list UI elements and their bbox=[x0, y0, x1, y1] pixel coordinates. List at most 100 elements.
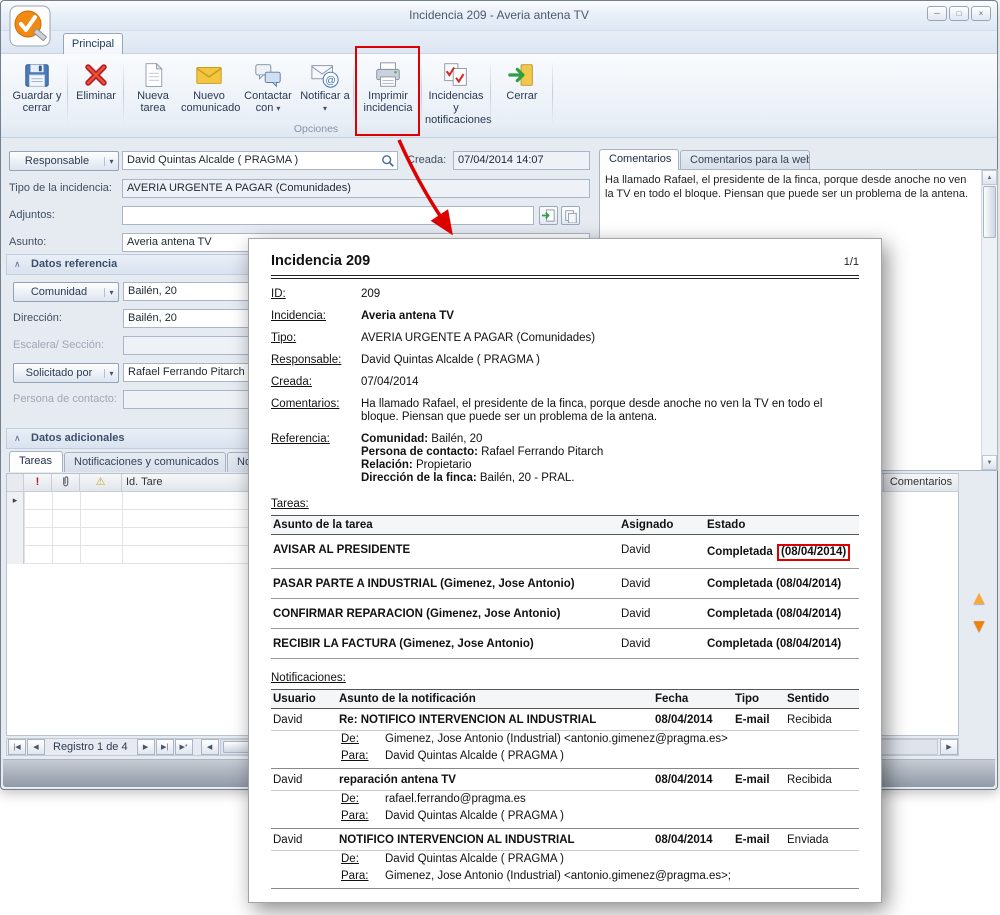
tareas-section-label: Tareas: bbox=[271, 498, 859, 510]
scroll-up-icon[interactable]: ▲ bbox=[982, 170, 997, 185]
scroll-right-icon[interactable]: ▶ bbox=[940, 739, 958, 755]
sub-label: Dirección de la finca: bbox=[361, 472, 477, 484]
row-marker-icon[interactable]: ▸ bbox=[7, 492, 24, 510]
eliminar-button[interactable]: Eliminar bbox=[71, 57, 121, 121]
ribbon-separator bbox=[353, 60, 354, 126]
comunidad-value: Bailén, 20 bbox=[128, 285, 177, 297]
copy-attachment-button[interactable] bbox=[561, 206, 580, 225]
row-selector[interactable] bbox=[7, 528, 24, 546]
notificar-a-button[interactable]: @ Notificar a ▾ bbox=[299, 57, 351, 121]
estado-text: Completada bbox=[707, 546, 773, 558]
sub-label: Relación: bbox=[361, 459, 413, 471]
add-attachment-button[interactable] bbox=[539, 206, 558, 225]
comentarios-column-header[interactable]: Comentarios bbox=[883, 474, 959, 492]
minimize-button[interactable]: ─ bbox=[927, 6, 947, 21]
column-header: Asunto de la tarea bbox=[273, 519, 621, 531]
nuevo-comunicado-button[interactable]: Nuevo comunicado bbox=[181, 57, 237, 121]
responsable-dropdown[interactable]: Responsable ▾ bbox=[9, 151, 119, 171]
grid-line bbox=[122, 492, 123, 564]
table-row: David NOTIFICO INTERVENCION AL INDUSTRIA… bbox=[271, 829, 859, 850]
creada-field[interactable]: 07/04/2014 14:07 bbox=[453, 151, 590, 170]
adjuntos-field[interactable] bbox=[122, 206, 534, 225]
imprimir-incidencia-button[interactable]: Imprimir incidencia bbox=[359, 57, 417, 121]
notif-de-row: De: Gimenez, Jose Antonio (Industrial) <… bbox=[271, 730, 859, 748]
attachment-column-header[interactable] bbox=[52, 474, 80, 492]
search-icon[interactable] bbox=[381, 154, 395, 170]
tab-notificaciones-comunicados[interactable]: Notificaciones y comunicados bbox=[64, 452, 226, 472]
app-logo-icon[interactable] bbox=[8, 4, 52, 48]
scrollbar-thumb[interactable] bbox=[983, 186, 996, 238]
de-label: De: bbox=[341, 793, 385, 806]
cerrar-button[interactable]: Cerrar bbox=[494, 57, 550, 121]
tarea-asunto: AVISAR AL PRESIDENTE bbox=[273, 544, 621, 561]
move-down-button[interactable]: ▼ bbox=[967, 615, 991, 639]
solicitado-por-dropdown[interactable]: Solicitado por ▾ bbox=[13, 363, 119, 383]
copy-icon bbox=[564, 209, 578, 223]
scroll-down-icon[interactable]: ▼ bbox=[982, 455, 997, 470]
next-record-button[interactable]: ▶ bbox=[137, 739, 155, 755]
comments-scrollbar[interactable]: ▲ ▼ bbox=[981, 170, 997, 470]
responsable-field[interactable]: David Quintas Alcalde ( PRAGMA ) bbox=[122, 151, 398, 170]
tab-comentarios-web[interactable]: Comentarios para la web bbox=[680, 150, 810, 170]
field-label: Referencia: bbox=[271, 433, 361, 485]
tab-principal[interactable]: Principal bbox=[63, 33, 123, 54]
column-header: Estado bbox=[707, 519, 857, 531]
contactar-con-button[interactable]: Contactar con ▾ bbox=[239, 57, 297, 121]
tipo-incidencia-field[interactable]: AVERIA URGENTE A PAGAR (Comunidades) bbox=[122, 179, 590, 198]
row-selector[interactable] bbox=[7, 510, 24, 528]
field-label: Tipo: bbox=[271, 332, 361, 345]
paperclip-icon bbox=[60, 474, 71, 488]
ribbon-tab-strip: Principal bbox=[1, 31, 997, 54]
row-selector[interactable] bbox=[7, 546, 24, 564]
last-record-button[interactable]: ▶| bbox=[156, 739, 174, 755]
close-window-button[interactable]: × bbox=[971, 6, 991, 21]
scroll-left-icon[interactable]: ◀ bbox=[201, 739, 219, 755]
table-row: AVISAR AL PRESIDENTE David Completada (0… bbox=[271, 535, 859, 569]
incident-list-icon bbox=[425, 59, 487, 90]
button-label: Guardar y cerrar bbox=[9, 90, 65, 114]
grid-line bbox=[24, 492, 25, 564]
row-selector-header bbox=[7, 474, 24, 492]
nueva-tarea-button[interactable]: Nueva tarea bbox=[127, 57, 179, 121]
tareas-table: Asunto de la tarea Asignado Estado AVISA… bbox=[271, 515, 859, 659]
move-up-button[interactable]: ▲ bbox=[967, 587, 991, 611]
sub-label: Persona de contacto: bbox=[361, 446, 478, 458]
estado-fecha: (08/04/2014) bbox=[776, 608, 841, 620]
estado-fecha: (08/04/2014) bbox=[776, 578, 841, 590]
button-label: Imprimir incidencia bbox=[359, 90, 417, 114]
exclamation-column-header[interactable]: ! bbox=[24, 474, 52, 492]
notif-para-row: Para: Gimenez, Jose Antonio (Industrial)… bbox=[271, 868, 859, 888]
tab-comentarios[interactable]: Comentarios bbox=[599, 149, 679, 170]
button-label: Notificar a bbox=[300, 90, 350, 102]
button-label: Contactar con bbox=[244, 90, 292, 114]
direccion-label: Dirección: bbox=[13, 312, 62, 324]
button-label: Eliminar bbox=[71, 90, 121, 102]
notif-tipo: E-mail bbox=[735, 834, 787, 847]
incidencias-y-notificaciones-button[interactable]: Incidencias y notificaciones bbox=[425, 57, 487, 121]
column-header: Tipo bbox=[735, 693, 787, 705]
responsable-dropdown-label: Responsable bbox=[10, 155, 104, 167]
comunidad-dropdown[interactable]: Comunidad ▾ bbox=[13, 282, 119, 302]
fecha-highlight: (08/04/2014) bbox=[777, 544, 850, 561]
warning-column-header[interactable]: ⚠ bbox=[80, 474, 122, 492]
field-label: Comentarios: bbox=[271, 398, 361, 424]
estado-text: Completada bbox=[707, 638, 773, 650]
tab-tareas[interactable]: Tareas bbox=[9, 451, 63, 472]
exit-arrow-icon bbox=[494, 59, 550, 90]
direccion-value: Bailén, 20 bbox=[128, 312, 177, 324]
para-label: Para: bbox=[341, 750, 385, 763]
button-label: Nuevo comunicado bbox=[181, 90, 237, 114]
previous-record-button[interactable]: ◀ bbox=[27, 739, 45, 755]
new-record-button[interactable]: ▶* bbox=[175, 739, 193, 755]
comentarios-text: Ha llamado Rafael, el presidente de la f… bbox=[605, 173, 977, 201]
field-value: Ha llamado Rafael, el presidente de la f… bbox=[361, 398, 859, 424]
tipo-incidencia-label: Tipo de la incidencia: bbox=[9, 182, 112, 194]
column-header: Asignado bbox=[621, 519, 707, 531]
column-header: Sentido bbox=[787, 693, 857, 705]
guardar-y-cerrar-button[interactable]: Guardar y cerrar bbox=[9, 57, 65, 121]
first-record-button[interactable]: |◀ bbox=[8, 739, 26, 755]
delete-icon bbox=[71, 59, 121, 90]
ribbon-separator bbox=[421, 60, 422, 126]
restore-button[interactable]: □ bbox=[949, 6, 969, 21]
grid-line bbox=[52, 492, 53, 564]
